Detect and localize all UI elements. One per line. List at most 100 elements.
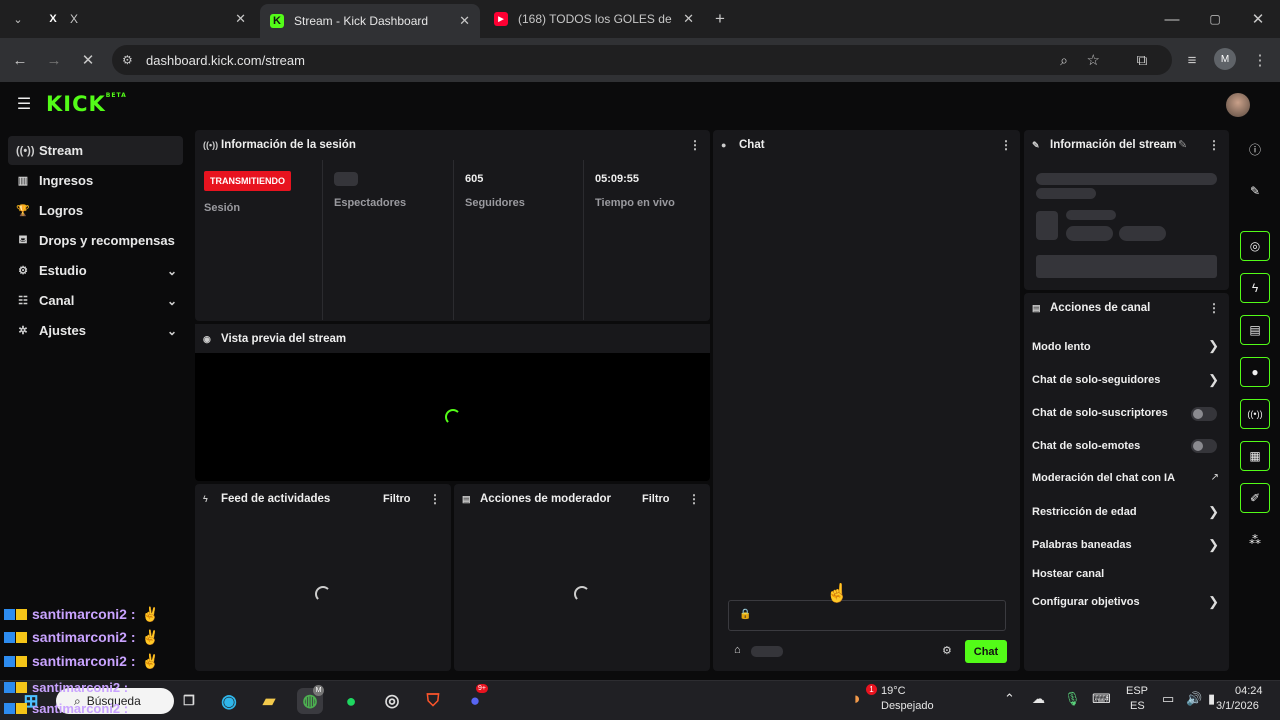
send-chat-button[interactable]: Chat: [965, 640, 1007, 663]
language-top[interactable]: ESP: [1126, 685, 1148, 697]
document-icon: ▤: [1032, 302, 1041, 313]
chevron-up-icon[interactable]: ⌃: [1004, 691, 1015, 707]
action-age-restriction[interactable]: Restricción de edad: [1032, 506, 1222, 518]
sidebar-item-label: Estudio: [39, 263, 87, 278]
user-avatar[interactable]: [1226, 93, 1250, 117]
action-label: Hostear canal: [1032, 568, 1105, 580]
mouse-cursor-icon: ☝: [826, 583, 849, 603]
sidebar-item-canal[interactable]: ☷ Canal ⌄: [8, 286, 183, 315]
sidebar-item-estudio[interactable]: ⚙ Estudio ⌄: [8, 256, 183, 285]
chevron-right-icon[interactable]: ❯: [1208, 537, 1219, 553]
new-tab-icon[interactable]: +: [708, 7, 732, 31]
emotes-only-toggle[interactable]: [1191, 439, 1217, 453]
file-explorer-icon[interactable]: ▰: [256, 688, 282, 714]
zoom-search-icon[interactable]: ⌕: [1060, 52, 1068, 69]
volume-icon[interactable]: 🔊: [1186, 691, 1202, 707]
media-controls-icon[interactable]: ≡: [1180, 48, 1204, 72]
broadcast-icon: ((•)): [16, 144, 35, 157]
users-icon: ☷: [18, 295, 28, 307]
external-link-icon[interactable]: ↗: [1211, 472, 1219, 483]
lightning-icon[interactable]: ϟ: [1240, 273, 1270, 303]
sidebar-item-stream[interactable]: ((•)) Stream: [8, 136, 183, 165]
tab-search-chevron-icon[interactable]: ⌄: [6, 7, 30, 31]
chevron-right-icon[interactable]: ❯: [1208, 504, 1219, 520]
clock-date[interactable]: 3/1/2026: [1216, 700, 1259, 712]
sidebar-item-drops[interactable]: ⛾ Drops y recompensas: [8, 226, 183, 255]
layout-icon[interactable]: ▦: [1240, 441, 1270, 471]
close-tab-icon[interactable]: ✕: [235, 11, 246, 27]
task-view-icon[interactable]: ❐: [176, 688, 202, 714]
close-tab-icon[interactable]: ✕: [459, 13, 470, 29]
more-options-icon[interactable]: ⋮: [1208, 138, 1220, 152]
more-options-icon[interactable]: ⋮: [1000, 138, 1012, 152]
obs-icon[interactable]: ◎: [379, 688, 405, 714]
session-info-panel: ((•)) Información de la sesión ⋮ TRANSMIT…: [195, 130, 710, 321]
more-options-icon[interactable]: ⋮: [1208, 301, 1220, 315]
stop-loading-icon[interactable]: ✕: [76, 48, 100, 72]
microphone-icon[interactable]: 🎙: [1064, 691, 1081, 707]
more-options-icon[interactable]: ⋮: [688, 492, 700, 506]
profile-avatar[interactable]: M: [1214, 48, 1236, 70]
battery-icon[interactable]: ▮: [1208, 691, 1215, 707]
extensions-icon[interactable]: ⧉: [1130, 48, 1154, 72]
share-icon[interactable]: ⁂: [1240, 525, 1270, 555]
trophy-icon: 🏆: [16, 205, 30, 217]
camera-icon[interactable]: ◎: [1240, 231, 1270, 261]
action-slow-mode[interactable]: Modo lento: [1032, 341, 1222, 353]
edge-icon[interactable]: ◉: [216, 688, 242, 714]
chrome-profile-badge: M: [313, 685, 324, 696]
clock-time[interactable]: 04:24: [1235, 685, 1263, 697]
language-bottom[interactable]: ES: [1130, 700, 1145, 712]
more-options-icon[interactable]: ⋮: [689, 138, 701, 152]
document-icon[interactable]: ▤: [1240, 315, 1270, 345]
weather-icon[interactable]: ◗: [852, 689, 862, 709]
cloud-icon[interactable]: ☁: [1032, 691, 1045, 707]
network-icon[interactable]: ▭: [1162, 691, 1174, 707]
chevron-right-icon[interactable]: ❯: [1208, 594, 1219, 610]
close-tab-icon[interactable]: ✕: [683, 11, 694, 27]
broadcast-icon[interactable]: ((•)): [1240, 399, 1270, 429]
forward-icon[interactable]: →: [42, 48, 66, 72]
back-icon[interactable]: ←: [8, 48, 32, 72]
minimize-icon[interactable]: —: [1160, 7, 1184, 31]
address-bar[interactable]: ⚙ dashboard.kick.com/stream ⌕ ☆: [112, 45, 1172, 75]
keyboard-icon[interactable]: ⌨: [1092, 691, 1111, 707]
sidebar-item-ingresos[interactable]: ▥ Ingresos: [8, 166, 183, 195]
action-followers-only[interactable]: Chat de solo-seguidores: [1032, 374, 1222, 386]
chat-settings-icon[interactable]: ⚙: [942, 644, 952, 657]
chat-bubble-icon[interactable]: ●: [1240, 357, 1270, 387]
store-icon[interactable]: ⌂: [734, 644, 741, 656]
subscribers-only-toggle[interactable]: [1191, 407, 1217, 421]
edit-pencil-icon[interactable]: ✎: [1178, 138, 1187, 151]
chevron-right-icon[interactable]: ❯: [1208, 372, 1219, 388]
chat-input[interactable]: 🔒: [728, 600, 1006, 631]
action-ai-moderation[interactable]: Moderación del chat con IA: [1032, 472, 1222, 484]
panel-title: ◉ Vista previa del stream: [203, 333, 346, 345]
edit-pencil-icon[interactable]: ✎: [1240, 176, 1270, 206]
filter-button[interactable]: Filtro: [642, 493, 670, 505]
sidebar-item-ajustes[interactable]: ✲ Ajustes ⌄: [8, 316, 183, 345]
site-info-icon[interactable]: ⚙: [122, 53, 133, 67]
kick-logo[interactable]: KICKBETA: [46, 92, 127, 116]
info-icon[interactable]: ⓘ: [1240, 134, 1270, 164]
brave-icon[interactable]: ⛉: [420, 688, 446, 714]
tab-x[interactable]: X X ✕: [36, 4, 256, 34]
wrench-icon[interactable]: ✐: [1240, 483, 1270, 513]
maximize-icon[interactable]: ▢: [1203, 7, 1227, 31]
action-banned-words[interactable]: Palabras baneadas: [1032, 539, 1222, 551]
tab-kick-dashboard[interactable]: K Stream - Kick Dashboard ✕: [260, 4, 480, 38]
action-host-channel[interactable]: Hostear canal: [1032, 568, 1222, 580]
spotify-icon[interactable]: ●: [338, 688, 364, 714]
bookmark-star-icon[interactable]: ☆: [1087, 51, 1100, 69]
sidebar-nav: ((•)) Stream ▥ Ingresos 🏆 Logros ⛾ Drops y r…: [0, 128, 190, 588]
filter-button[interactable]: Filtro: [383, 493, 411, 505]
hamburger-menu-icon[interactable]: ☰: [12, 92, 36, 116]
close-window-icon[interactable]: ✕: [1246, 7, 1270, 31]
action-set-goals[interactable]: Configurar objetivos: [1032, 596, 1222, 608]
more-options-icon[interactable]: ⋮: [429, 492, 441, 506]
tab-youtube[interactable]: ▶ (168) TODOS los GOLES de RIVE ✕: [484, 4, 704, 34]
crown-icon: [16, 702, 27, 714]
browser-menu-icon[interactable]: ⋮: [1248, 48, 1272, 72]
sidebar-item-logros[interactable]: 🏆 Logros: [8, 196, 183, 225]
chevron-right-icon[interactable]: ❯: [1208, 338, 1219, 354]
